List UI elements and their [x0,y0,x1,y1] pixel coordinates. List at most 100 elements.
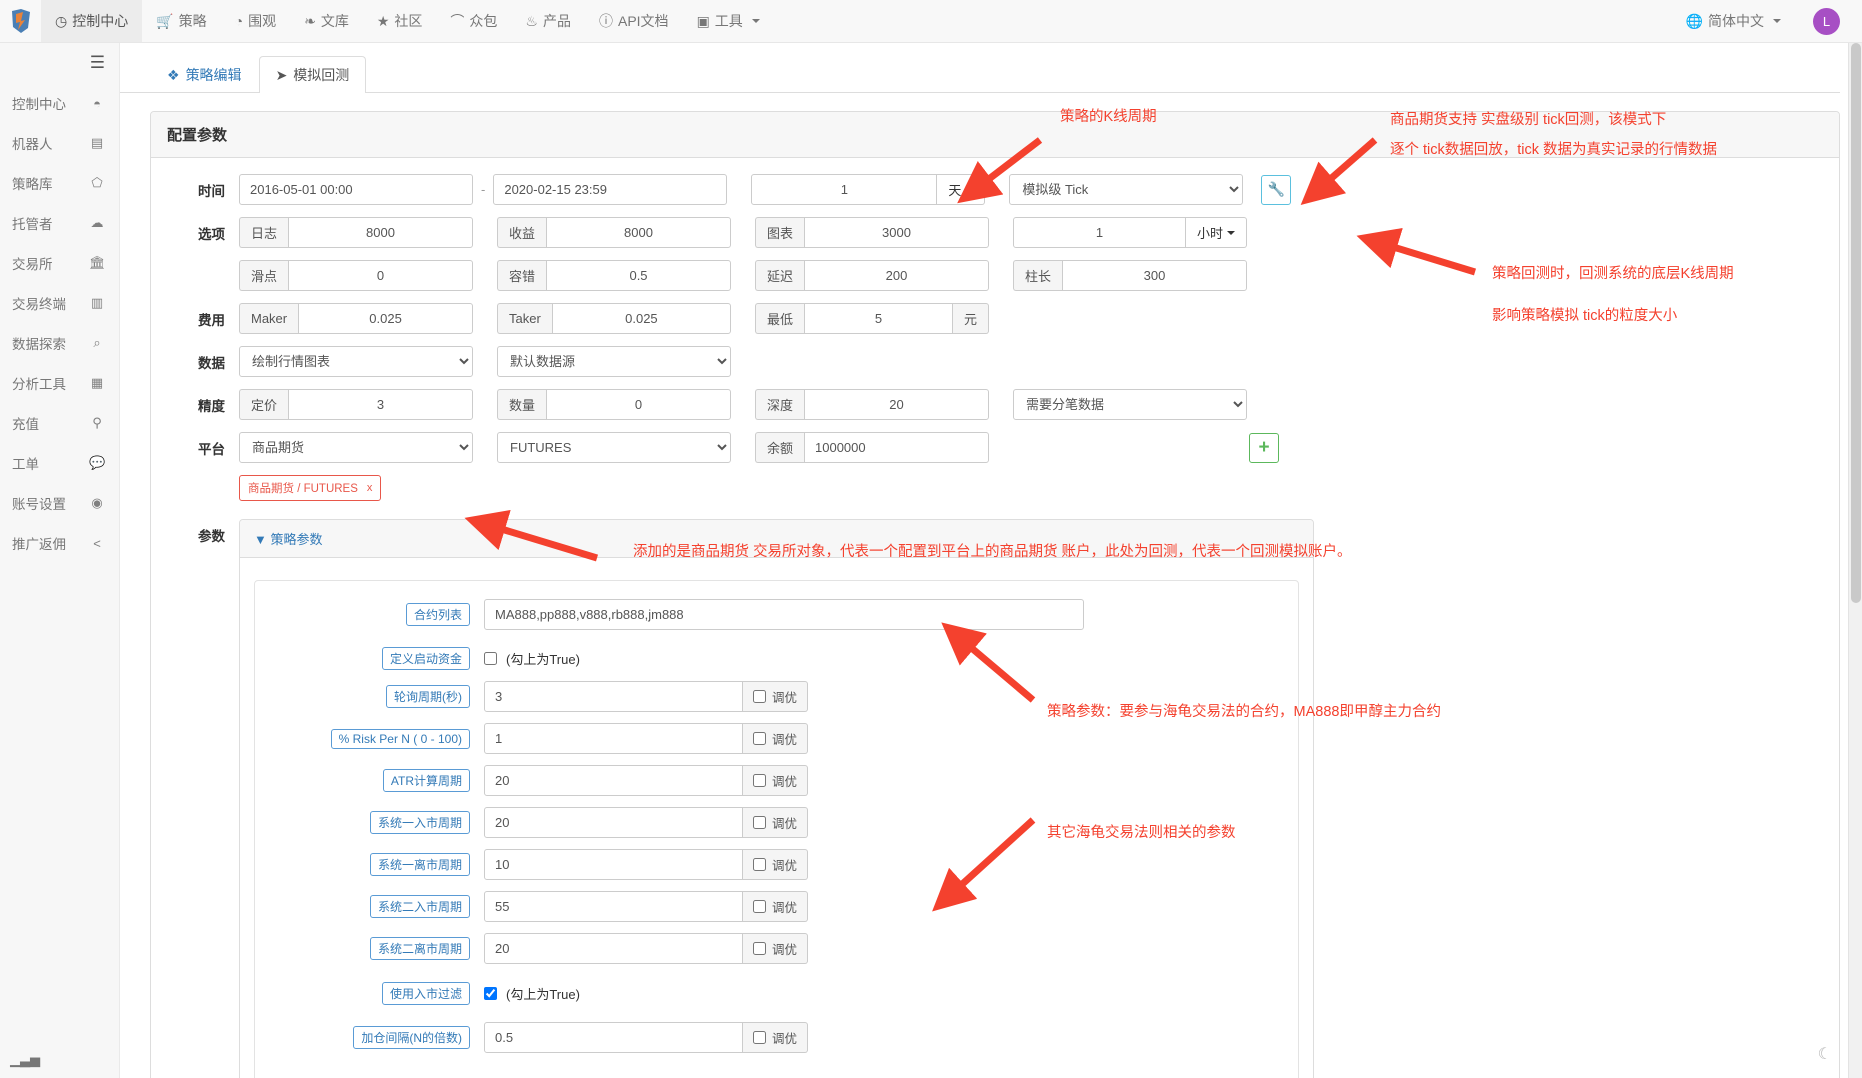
comment-icon: 💬 [89,455,106,470]
log-input[interactable] [288,217,473,248]
strategy-params-header[interactable]: ▼ 策略参数 [240,520,1313,558]
exchange-tag[interactable]: 商品期货 / FUTURES x [239,475,382,501]
tune-toggle[interactable]: 调优 [742,681,808,712]
avatar[interactable]: L [1813,7,1840,35]
param-label: 系统二离市周期 [369,937,470,960]
data-source-select[interactable]: 默认数据源 [497,346,731,377]
sidebar-item-referral[interactable]: 推广返佣 < [0,523,119,563]
scrollbar-thumb[interactable] [1851,43,1861,603]
plus-icon[interactable]: + [1249,432,1279,463]
close-icon[interactable]: x [367,482,373,494]
tune-toggle[interactable]: 调优 [742,765,808,796]
min-fee-input[interactable] [804,303,953,334]
sidebar-item-strategy-library[interactable]: 策略库 ⬠ [0,163,119,203]
sidebar-item-exchanges[interactable]: 交易所 🏛 [0,243,119,283]
nav-item-tools[interactable]: ▣ 工具 [683,0,774,42]
add-position-interval-input[interactable] [484,1022,743,1053]
plug-icon: ⚲ [92,415,102,430]
param-field: (勾上为True) [484,984,580,1003]
tab-label: 模拟回测 [293,67,350,83]
moon-icon[interactable]: ☾ [1818,1044,1832,1064]
row-label-data: 数据 [198,355,225,371]
tab-strategy-edit[interactable]: ❖ 策略编辑 [150,56,259,93]
chart-mode-select[interactable]: 绘制行情图表 [239,346,473,377]
tune-checkbox[interactable] [752,900,766,913]
sidebar-item-robots[interactable]: 机器人 ▤ [0,123,119,163]
system1-exit-period-input[interactable] [484,849,743,880]
tune-toggle[interactable]: 调优 [742,891,808,922]
nav-item-control-center[interactable]: ◷ 控制中心 [41,0,143,42]
slippage-input[interactable] [288,260,473,291]
start-time-input[interactable] [239,174,473,205]
tune-checkbox[interactable] [752,774,766,787]
profit-input[interactable] [546,217,731,248]
sidebar-item-trade-terminal[interactable]: 交易终端 ▥ [0,283,119,323]
dashboard-icon: ◷ [55,12,68,29]
sidebar-item-data-explore[interactable]: 数据探索 ⌕ [0,323,119,363]
vertical-scrollbar[interactable] [1848,43,1862,1078]
nav-item-api-docs[interactable]: ⓘ API文档 [585,0,683,42]
nav-item-crowdsource[interactable]: ⌒ 众包 [436,0,511,42]
tune-checkbox[interactable] [752,690,766,703]
nav-item-community[interactable]: ★ 社区 [363,0,437,42]
sidebar-toggle-button[interactable]: ☰ [0,43,119,83]
tune-toggle[interactable]: 调优 [742,723,808,754]
chart-input[interactable] [804,217,989,248]
sidebar-item-account-settings[interactable]: 账号设置 ◉ [0,483,119,523]
maker-fee-input[interactable] [298,303,473,334]
bar-length-input[interactable] [1062,260,1247,291]
tune-checkbox[interactable] [752,732,766,745]
system2-entry-period-input[interactable] [484,891,743,922]
slippage-addon: 滑点 [239,260,289,291]
use-entry-filter-checkbox[interactable] [484,987,497,1000]
sidebar-item-hosts[interactable]: 托管者 ☁ [0,203,119,243]
k-period-unit-dropdown[interactable]: 天 [937,174,986,205]
symbol-select[interactable]: FUTURES [497,432,731,463]
define-initial-capital-checkbox[interactable] [484,652,497,665]
exchange-select[interactable]: 商品期货 [239,432,473,463]
nav-item-watch[interactable]: ◔ 围观 [221,0,290,42]
atr-period-input[interactable] [484,765,743,796]
param-row: 加仓间隔(N的倍数) 调优 [269,1022,1284,1053]
tune-toggle[interactable]: 调优 [742,1022,808,1053]
tune-toggle[interactable]: 调优 [742,933,808,964]
tick-mode-select[interactable]: 模拟级 Tick [1009,174,1244,205]
nav-item-product[interactable]: ♨ 产品 [511,0,585,42]
language-selector[interactable]: 🌐 简体中文 [1672,11,1795,31]
nav-item-library[interactable]: ❧ 文库 [290,0,363,42]
delay-input[interactable] [804,260,989,291]
risk-per-n-input[interactable] [484,723,743,754]
logo-icon[interactable] [0,0,41,42]
tune-toggle[interactable]: 调优 [742,849,808,880]
sidebar-item-recharge[interactable]: 充值 ⚲ [0,403,119,443]
base-period-unit-dropdown[interactable]: 小时 [1185,217,1247,248]
tune-checkbox[interactable] [752,816,766,829]
price-precision-input[interactable] [288,389,473,420]
sidebar-item-analysis-tools[interactable]: 分析工具 ▦ [0,363,119,403]
tune-toggle[interactable]: 调优 [742,807,808,838]
tune-checkbox[interactable] [752,1031,766,1044]
end-time-input[interactable] [493,174,728,205]
amount-precision-addon: 数量 [497,389,547,420]
tolerance-input[interactable] [546,260,731,291]
balance-input[interactable] [804,432,989,463]
depth-input[interactable] [804,389,989,420]
tune-checkbox[interactable] [752,858,766,871]
tune-checkbox[interactable] [752,942,766,955]
taker-fee-input[interactable] [551,303,731,334]
param-label: 系统二入市周期 [369,895,470,918]
poll-interval-input[interactable] [484,681,743,712]
contract-list-input[interactable] [484,599,1084,630]
system2-exit-period-input[interactable] [484,933,743,964]
system1-entry-period-input[interactable] [484,807,743,838]
nav-item-strategy[interactable]: 🛒 策略 [142,0,220,42]
k-period-value-input[interactable] [751,174,938,205]
sidebar-item-control-center[interactable]: 控制中心 ◓ [0,83,119,123]
amount-precision-input[interactable] [546,389,731,420]
wrench-icon[interactable]: 🔧 [1261,174,1292,205]
form-row-time: 时间 - [167,174,1823,205]
base-period-value-input[interactable] [1013,217,1186,248]
sidebar-item-tickets[interactable]: 工单 💬 [0,443,119,483]
tab-backtest[interactable]: ➤ 模拟回测 [258,56,367,93]
tick-data-select[interactable]: 需要分笔数据 [1013,389,1247,420]
